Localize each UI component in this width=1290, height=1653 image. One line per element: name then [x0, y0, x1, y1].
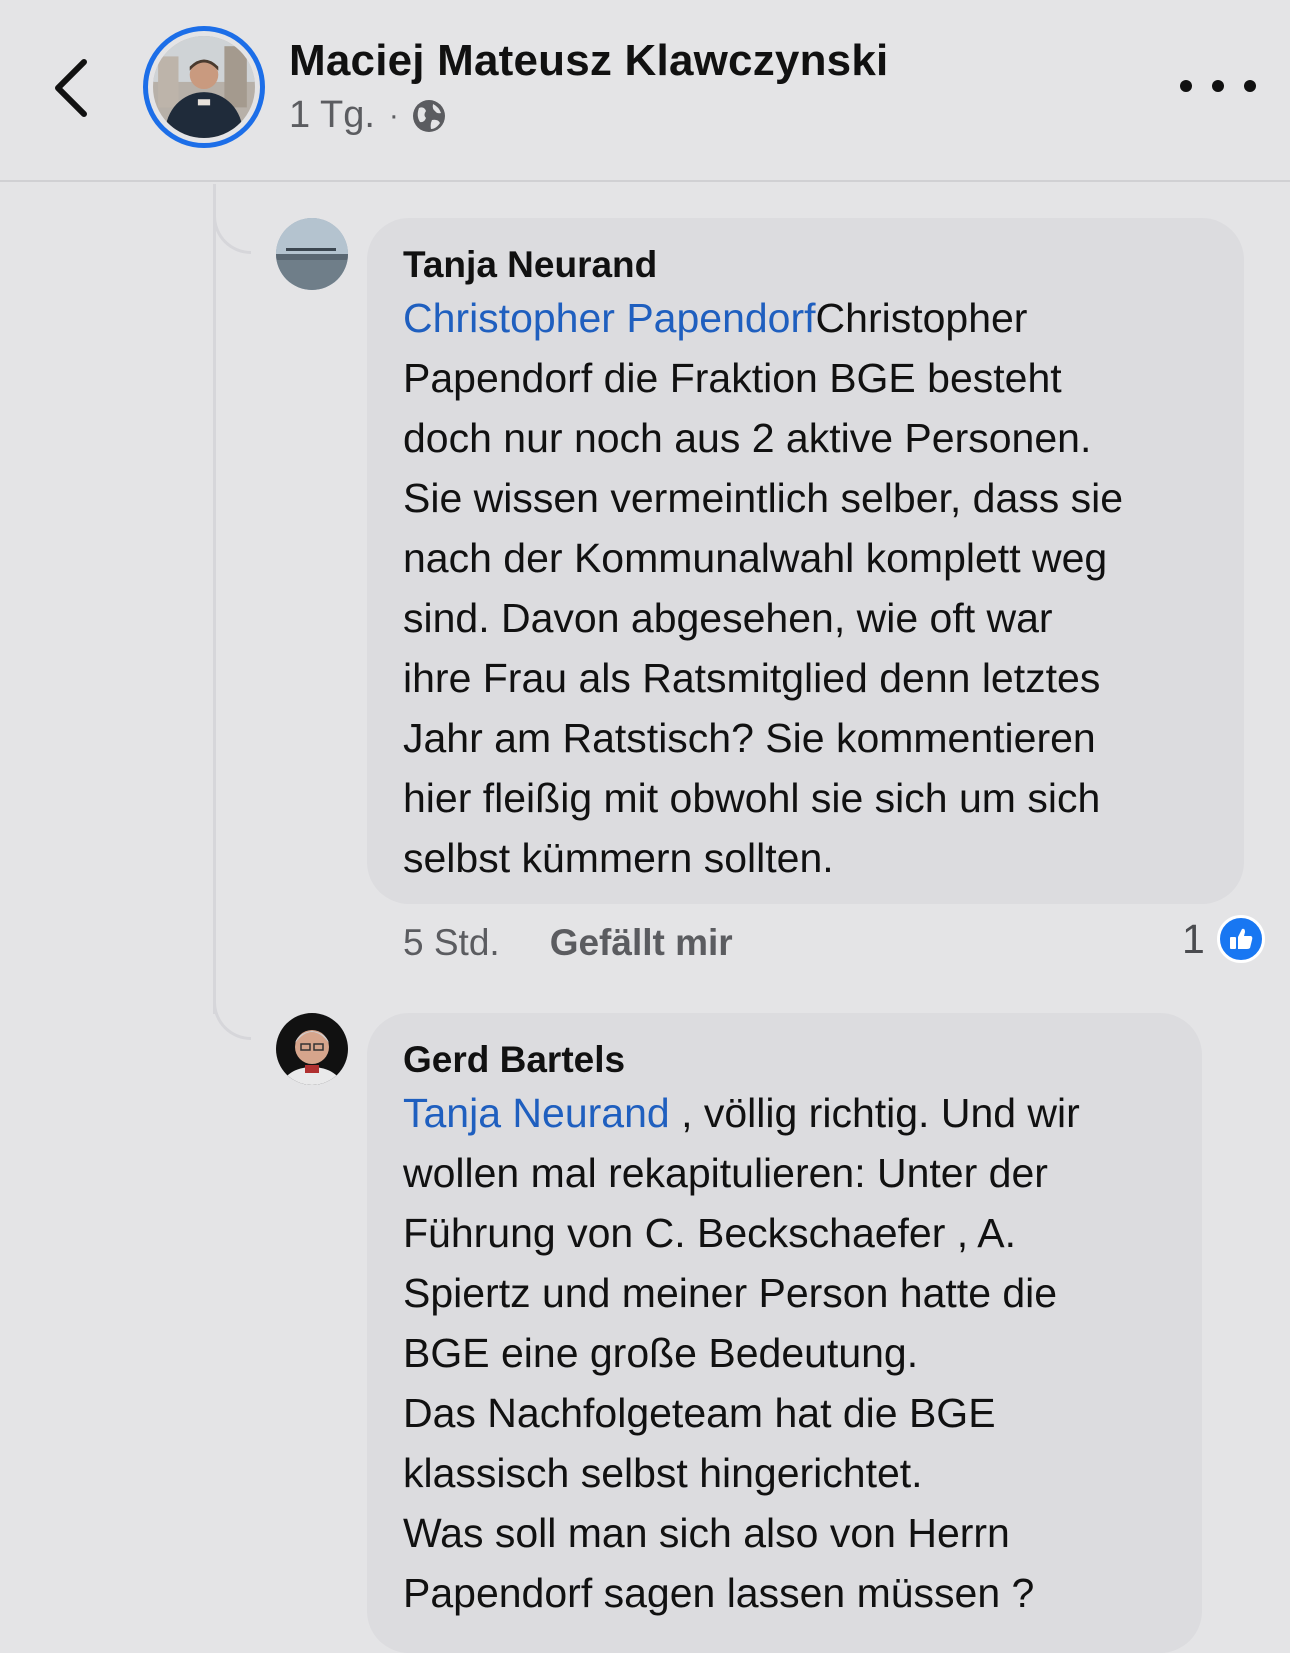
comment-line: Tanja Neurand , völlig richtig. Und wir [403, 1083, 1193, 1143]
thread-connector [213, 184, 251, 254]
comment-line: wollen mal rekapitulieren: Unter der [403, 1150, 1048, 1196]
comment-line: hier fleißig mit obwohl sie sich um sich [403, 775, 1101, 821]
comment-line: Das Nachfolgeteam hat die BGE [403, 1390, 996, 1436]
post-author-name[interactable]: Maciej Mateusz Klawczynski [289, 36, 888, 86]
post-header: Maciej Mateusz Klawczynski 1 Tg. · [0, 0, 1290, 182]
comment-line: ihre Frau als Ratsmitglied denn letztes [403, 655, 1101, 701]
comment-line-text: Christopher [815, 295, 1028, 341]
comment-line: doch nur noch aus 2 aktive Personen. [403, 415, 1092, 461]
comment-line-text: , völlig richtig. Und wir [669, 1090, 1080, 1136]
comment-line: sind. Davon abgesehen, wie oft war [403, 595, 1053, 641]
comment-text: Tanja Neurand , völlig richtig. Und wir … [403, 1083, 1193, 1623]
globe-icon [412, 99, 445, 132]
comment-line: Christopher PapendorfChristopher [403, 288, 1223, 348]
comment-line: selbst kümmern sollten. [403, 835, 834, 881]
comment-text: Christopher PapendorfChristopher Papendo… [403, 288, 1223, 888]
comment-line: Jahr am Ratstisch? Sie kommentieren [403, 715, 1096, 761]
post-meta: 1 Tg. · [289, 94, 447, 137]
back-button[interactable] [40, 50, 100, 126]
thread-line [213, 184, 216, 1014]
commenter-photo [276, 218, 348, 290]
like-button[interactable]: Gefällt mir [550, 922, 733, 964]
comment-author-name[interactable]: Gerd Bartels [403, 1039, 625, 1081]
reaction-summary[interactable]: 1 [1182, 915, 1265, 963]
more-dots-icon [1180, 80, 1192, 92]
comment-line: nach der Kommunalwahl komplett weg [403, 535, 1108, 581]
comment-line: Papendorf die Fraktion BGE besteht [403, 355, 1062, 401]
mention-link[interactable]: Tanja Neurand [403, 1090, 670, 1136]
thread-connector [213, 960, 251, 1040]
comment-line: Sie wissen vermeintlich selber, dass sie [403, 475, 1124, 521]
mention-link[interactable]: Christopher Papendorf [403, 295, 816, 341]
comment-line: Papendorf sagen lassen müssen ? [403, 1570, 1035, 1616]
comment-author-name[interactable]: Tanja Neurand [403, 244, 657, 286]
thumbs-up-icon [1216, 915, 1265, 963]
chevron-left-icon [55, 59, 87, 117]
post-time: 1 Tg. [289, 94, 375, 136]
commenter-photo [276, 1013, 348, 1085]
commenter-avatar[interactable] [276, 1013, 348, 1085]
comment-line: Spiertz und meiner Person hatte die [403, 1270, 1058, 1316]
comment-line: klassisch selbst hingerichtet. [403, 1450, 923, 1496]
comment-line: BGE eine große Bedeutung. [403, 1330, 919, 1376]
author-avatar[interactable] [143, 26, 265, 148]
comment-actions: 5 Std. Gefällt mir [403, 922, 733, 964]
comment-line: Führung von C. Beckschaefer , A. [403, 1210, 1017, 1256]
comment-time: 5 Std. [403, 922, 500, 963]
more-dot [1244, 80, 1256, 92]
reaction-count: 1 [1182, 915, 1205, 962]
author-photo [153, 36, 255, 138]
more-dot [1212, 80, 1224, 92]
more-options-button[interactable] [1180, 66, 1256, 106]
meta-separator: · [388, 98, 399, 132]
commenter-avatar[interactable] [276, 218, 348, 290]
comment-line: Was soll man sich also von Herrn [403, 1510, 1010, 1556]
